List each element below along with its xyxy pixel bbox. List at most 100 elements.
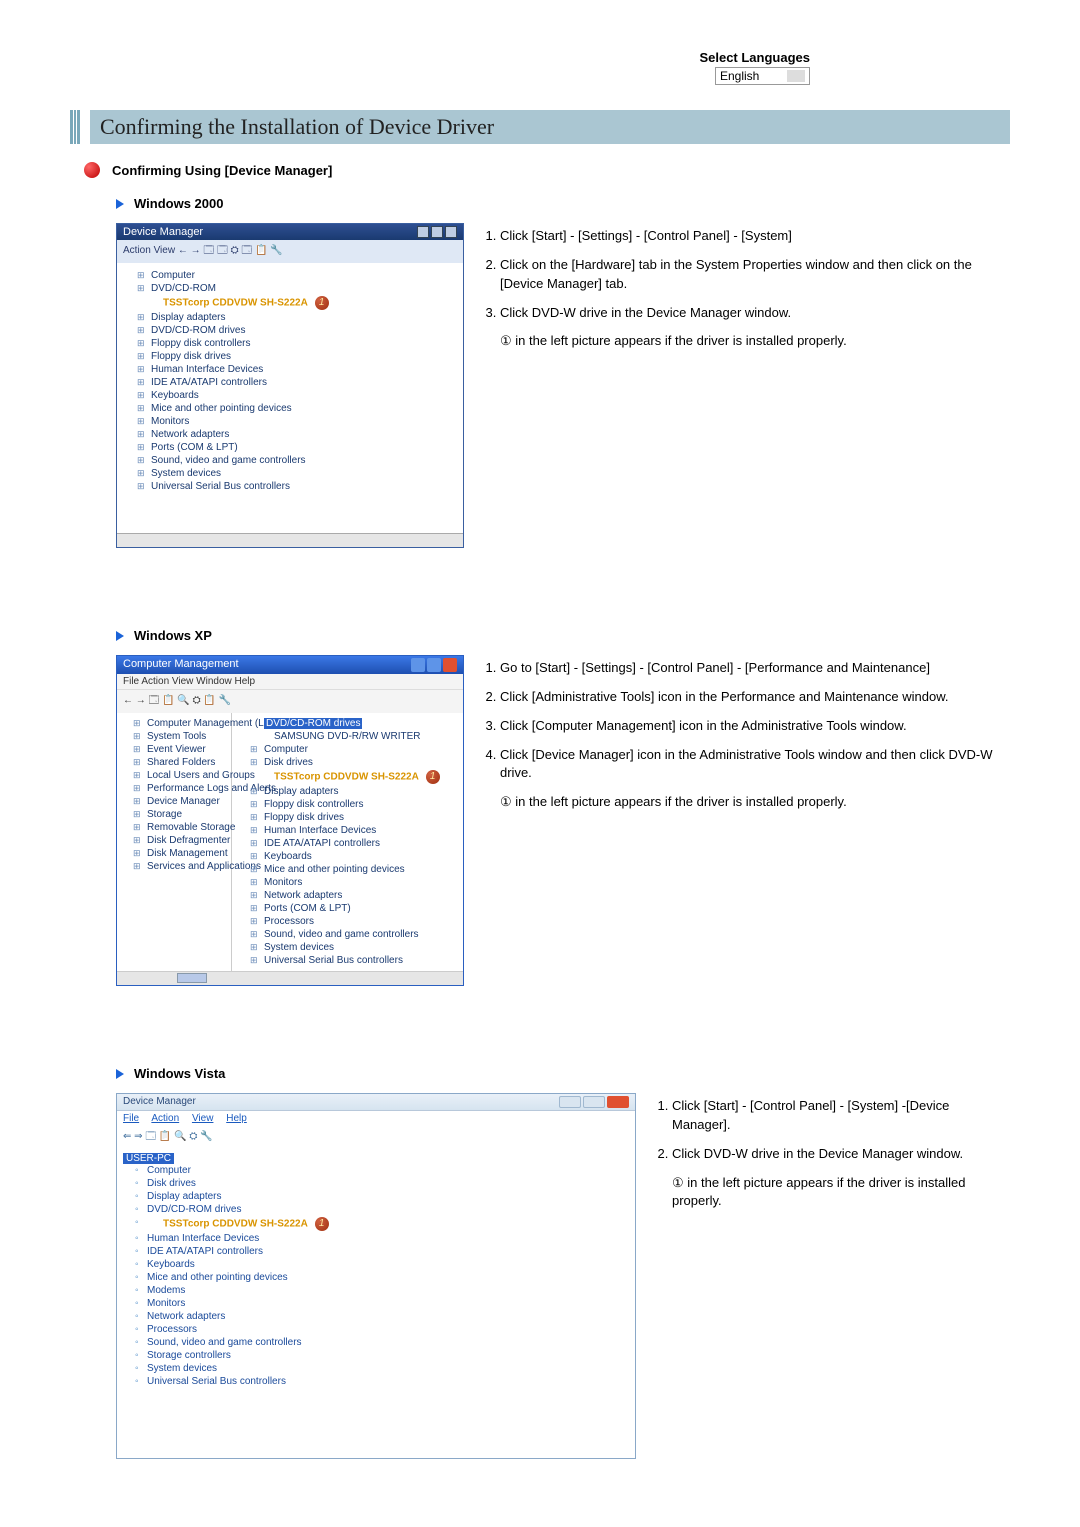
tree-item: Disk Management [135, 847, 227, 860]
minimize-icon [417, 226, 429, 238]
wxp-step-4: Click [Device Manager] icon in the Admin… [500, 746, 1010, 784]
tree-item: Computer [252, 743, 457, 756]
w2000-heading: Windows 2000 [134, 196, 223, 211]
tree-item: Human Interface Devices [137, 1232, 629, 1245]
minimize-icon [411, 658, 425, 672]
tree-item: DVD/CD-ROM drives [139, 324, 455, 337]
tree-item: Device Manager [135, 795, 227, 808]
arrow-icon [116, 199, 124, 209]
menu-file: File [123, 1113, 139, 1124]
w2000-tail: ① in the left picture appears if the dri… [500, 332, 1010, 351]
tree-item: Computer [139, 269, 455, 282]
section-title: Confirming Using [Device Manager] [112, 163, 332, 178]
tree-item: Modems [137, 1284, 629, 1297]
tree-item: Monitors [139, 415, 455, 428]
tree-item: Monitors [252, 876, 457, 889]
highlighted-device: TSSTcorp CDDVDW SH-S222A [274, 772, 419, 783]
tree-item: SAMSUNG DVD-R/RW WRITER [252, 730, 457, 743]
tree-item: Keyboards [252, 850, 457, 863]
wxp-heading: Windows XP [134, 628, 212, 643]
tree-item: Processors [137, 1323, 629, 1336]
tree-item: Disk drives [252, 756, 457, 769]
tree-item: Sound, video and game controllers [137, 1336, 629, 1349]
marker-one-icon: 1 [426, 770, 440, 784]
wvista-step-2: Click DVD-W drive in the Device Manager … [672, 1145, 1010, 1164]
tree-item: Services and Applications [135, 860, 227, 873]
tree-item: Universal Serial Bus controllers [139, 480, 455, 493]
tree-item: Ports (COM & LPT) [139, 441, 455, 454]
tree-item: Sound, video and game controllers [139, 454, 455, 467]
arrow-icon [116, 1069, 124, 1079]
tree-item: Local Users and Groups [135, 769, 227, 782]
tree-item: Mice and other pointing devices [137, 1271, 629, 1284]
wvista-menu: File Action View Help [117, 1111, 635, 1126]
w2000-window-title: Device Manager [123, 226, 203, 238]
wxp-toolbar: ← → 🗔 📋 🔍 ⛭ 📋 🔧 [117, 689, 463, 713]
tree-item: Storage [135, 808, 227, 821]
tree-item: IDE ATA/ATAPI controllers [137, 1245, 629, 1258]
scrollbar [117, 971, 463, 985]
language-select[interactable]: English [715, 67, 810, 85]
tree-item: System devices [139, 467, 455, 480]
tree-item: Performance Logs and Alerts [135, 782, 227, 795]
close-icon [607, 1096, 629, 1108]
wvista-toolbar: ⇐ ⇒ 🗔 📋 🔍 ⛭ 🔧 [117, 1126, 635, 1149]
marker-one-icon: 1 [315, 1217, 329, 1231]
tree-item: Display adapters [137, 1190, 629, 1203]
close-icon [443, 658, 457, 672]
flag-icon [787, 70, 805, 82]
tree-item: Monitors [137, 1297, 629, 1310]
status-bar [117, 533, 463, 547]
tree-item: Event Viewer [135, 743, 227, 756]
menu-action: Action [151, 1113, 179, 1124]
tree-item: Human Interface Devices [139, 363, 455, 376]
tree-item: IDE ATA/ATAPI controllers [139, 376, 455, 389]
wxp-step-2: Click [Administrative Tools] icon in the… [500, 688, 1010, 707]
tree-item: Floppy disk controllers [252, 798, 457, 811]
w2000-screenshot: Device Manager Action View ← → 🗔 🗔 ⛭ 🗔 📋… [116, 223, 464, 548]
selected-item: DVD/CD-ROM drives [264, 718, 362, 729]
tree-item: Universal Serial Bus controllers [137, 1375, 629, 1388]
w2000-step-3: Click DVD-W drive in the Device Manager … [500, 304, 1010, 323]
tree-item: Keyboards [139, 389, 455, 402]
tree-item: System Tools [135, 730, 227, 743]
wxp-step-3: Click [Computer Management] icon in the … [500, 717, 1010, 736]
red-dot-icon [84, 162, 100, 178]
wxp-screenshot: Computer Management File Action View Win… [116, 655, 464, 986]
tree-item: Display adapters [139, 311, 455, 324]
marker-one-icon: 1 [315, 296, 329, 310]
tree-item: Computer [137, 1164, 629, 1177]
tree-item: Keyboards [137, 1258, 629, 1271]
language-label: Select Languages [70, 50, 810, 65]
tree-item: Mice and other pointing devices [252, 863, 457, 876]
tree-item: Removable Storage [135, 821, 227, 834]
arrow-icon [116, 631, 124, 641]
wvista-window-title: Device Manager [123, 1096, 196, 1108]
tree-item: Ports (COM & LPT) [252, 902, 457, 915]
tree-item: Network adapters [252, 889, 457, 902]
page-title: Confirming the Installation of Device Dr… [90, 110, 1010, 144]
tree-item: Network adapters [137, 1310, 629, 1323]
wxp-menubar: File Action View Window Help [117, 674, 463, 689]
tree-item: Shared Folders [135, 756, 227, 769]
w2000-toolbar: Action View ← → 🗔 🗔 ⛭ 🗔 📋 🔧 [117, 240, 463, 263]
maximize-icon [583, 1096, 605, 1108]
tree-item: IDE ATA/ATAPI controllers [252, 837, 457, 850]
wxp-tail: ① in the left picture appears if the dri… [500, 793, 1010, 812]
tree-item: Storage controllers [137, 1349, 629, 1362]
language-current: English [720, 69, 759, 83]
wvista-tail: ① in the left picture appears if the dri… [672, 1174, 1010, 1212]
close-icon [445, 226, 457, 238]
root-selected: USER-PC [123, 1153, 174, 1164]
wxp-window-title: Computer Management [123, 658, 239, 672]
wvista-screenshot: Device Manager File Action View Help ⇐ ⇒… [116, 1093, 636, 1459]
tree-item: Mice and other pointing devices [139, 402, 455, 415]
wvista-heading: Windows Vista [134, 1066, 225, 1081]
wvista-step-1: Click [Start] - [Control Panel] - [Syste… [672, 1097, 1010, 1135]
tree-item: Disk Defragmenter [135, 834, 227, 847]
tree-item: Processors [252, 915, 457, 928]
tree-item: DVD/CD-ROM drives [137, 1203, 629, 1216]
tree-item: Floppy disk controllers [139, 337, 455, 350]
tree-item: Sound, video and game controllers [252, 928, 457, 941]
tree-item: Network adapters [139, 428, 455, 441]
